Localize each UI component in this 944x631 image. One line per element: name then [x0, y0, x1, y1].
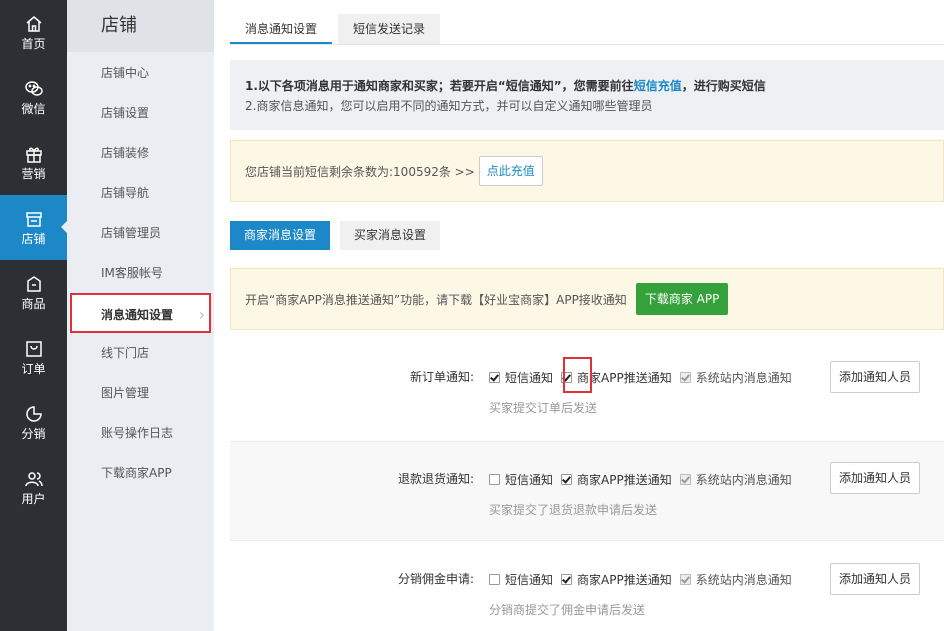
row-label: 退款退货通知:: [397, 472, 474, 486]
site-message-checkbox[interactable]: 系统站内消息通知: [679, 369, 792, 386]
option-label: 系统站内消息通知: [695, 472, 792, 487]
row-hint: 买家提交订单后发送: [489, 401, 598, 415]
store-submenu: 店铺 店铺中心 店铺设置 店铺装修 店铺导航 店铺管理员 IM客服帐号 消息通知…: [67, 0, 214, 631]
nav-label: 店铺: [21, 232, 46, 246]
nav-label: 商品: [21, 297, 46, 311]
sms-recharge-link[interactable]: 短信充值: [634, 79, 682, 93]
nav-item-wechat[interactable]: 微信: [0, 65, 67, 130]
bag-icon: [26, 276, 41, 292]
app-push-checkbox[interactable]: 商家APP推送通知: [561, 471, 672, 488]
gift-icon: [25, 147, 42, 163]
notification-row-commission: 分销佣金申请: 短信通知 商家APP推送通知 系统站内消息通知 分销商提交了佣金…: [230, 542, 944, 631]
nav-item-distribution[interactable]: 分销: [0, 390, 67, 455]
submenu-item-store-center[interactable]: 店铺中心: [67, 53, 214, 93]
submenu-item-message-settings[interactable]: 消息通知设置 ›: [70, 293, 211, 333]
sms-checkbox[interactable]: 短信通知: [489, 369, 553, 386]
option-label: 短信通知: [505, 572, 554, 587]
nav-item-home[interactable]: 首页: [0, 0, 67, 65]
submenu-item-im-accounts[interactable]: IM客服帐号: [67, 253, 214, 293]
submenu-item-offline-stores[interactable]: 线下门店: [67, 333, 214, 373]
app-notice-text: 开启“商家APP消息推送通知”功能，请下载【好业宝商家】APP接收通知: [245, 292, 627, 307]
option-label: 系统站内消息通知: [695, 572, 792, 587]
tab-message-settings[interactable]: 消息通知设置: [230, 14, 333, 44]
sms-checkbox[interactable]: 短信通知: [489, 471, 553, 488]
app-push-notice: 开启“商家APP消息推送通知”功能，请下载【好业宝商家】APP接收通知 下载商家…: [230, 268, 944, 330]
submenu-item-store-navigation[interactable]: 店铺导航: [67, 173, 214, 213]
checkbox-box[interactable]: [679, 473, 691, 485]
download-app-button[interactable]: 下载商家 APP: [635, 283, 729, 315]
checkbox-box[interactable]: [561, 573, 573, 585]
site-message-checkbox[interactable]: 系统站内消息通知: [679, 471, 792, 488]
checkbox-box[interactable]: [489, 473, 500, 485]
home-icon: [26, 16, 41, 32]
submenu-item-store-settings[interactable]: 店铺设置: [67, 93, 214, 133]
nav-item-users[interactable]: 用户: [0, 455, 67, 520]
main-content: 消息通知设置 短信发送记录 1.以下各项消息用于通知商家和买家；若要开启“短信通…: [214, 0, 944, 631]
row-hint: 分销商提交了佣金申请后发送: [489, 603, 646, 617]
wechat-icon: [24, 81, 43, 96]
info-notice: 1.以下各项消息用于通知商家和买家；若要开启“短信通知”，您需要前往短信充值，进…: [230, 60, 944, 130]
nav-item-orders[interactable]: 订单: [0, 325, 67, 390]
row-label: 新订单通知:: [409, 370, 474, 384]
submenu-item-download-app[interactable]: 下载商家APP: [67, 453, 214, 493]
row-label: 分销佣金申请:: [397, 572, 474, 586]
row-hint: 买家提交了退货退款申请后发送: [489, 503, 658, 517]
nav-item-goods[interactable]: 商品: [0, 260, 67, 325]
add-recipient-button[interactable]: 添加通知人员: [830, 563, 921, 595]
nav-label: 首页: [21, 37, 46, 51]
nav-label: 微信: [21, 102, 46, 116]
highlight-box: [563, 357, 592, 393]
notice-text: 1.以下各项消息用于通知商家和买家；若要开启“短信通知”，您需要前往: [245, 79, 634, 93]
submenu-item-operation-log[interactable]: 账号操作日志: [67, 413, 214, 453]
option-group: 短信通知 商家APP推送通知 系统站内消息通知: [489, 471, 800, 487]
nav-label: 用户: [21, 492, 46, 506]
chevron-right-icon: ›: [198, 305, 205, 324]
order-icon: [25, 341, 42, 357]
checkbox-box[interactable]: [679, 573, 691, 585]
checkbox-box[interactable]: [489, 371, 500, 383]
submenu-title: 店铺: [67, 0, 214, 52]
sub-tabs: 商家消息设置 买家消息设置: [230, 221, 450, 250]
checkbox-box[interactable]: [679, 371, 691, 383]
nav-item-store[interactable]: 店铺: [0, 195, 67, 260]
sms-checkbox[interactable]: 短信通知: [489, 571, 553, 588]
checkbox-box[interactable]: [489, 573, 500, 585]
store-icon: [25, 212, 42, 227]
notice-line-2: 2.商家信息通知，您可以启用不同的通知方式，并可以自定义通知哪些管理员: [245, 99, 653, 113]
sms-balance-text: 您店铺当前短信剩余条数为:100592条 >>: [245, 164, 475, 179]
checkbox-box[interactable]: [561, 473, 573, 485]
nav-label: 订单: [21, 362, 46, 376]
submenu-item-images[interactable]: 图片管理: [67, 373, 214, 413]
add-recipient-button[interactable]: 添加通知人员: [830, 361, 921, 393]
option-label: 短信通知: [505, 472, 554, 487]
sms-balance-bar: 您店铺当前短信剩余条数为:100592条 >> 点此充值: [230, 140, 944, 202]
option-label: 短信通知: [505, 370, 554, 385]
tab-merchant-messages[interactable]: 商家消息设置: [230, 221, 331, 250]
nav-item-marketing[interactable]: 营销: [0, 130, 67, 195]
tab-buyer-messages[interactable]: 买家消息设置: [340, 221, 441, 250]
option-label: 商家APP推送通知: [577, 572, 672, 587]
recharge-button[interactable]: 点此充值: [478, 156, 543, 186]
submenu-item-store-admins[interactable]: 店铺管理员: [67, 213, 214, 253]
submenu-item-store-decoration[interactable]: 店铺装修: [67, 133, 214, 173]
option-group: 短信通知 商家APP推送通知 系统站内消息通知: [489, 571, 800, 587]
tab-sms-records[interactable]: 短信发送记录: [338, 14, 441, 44]
add-recipient-button[interactable]: 添加通知人员: [830, 462, 921, 494]
users-icon: [24, 472, 43, 487]
nav-label: 分销: [21, 427, 46, 441]
notice-text: ，进行购买短信: [681, 79, 766, 93]
site-message-checkbox[interactable]: 系统站内消息通知: [679, 571, 792, 588]
app-push-checkbox[interactable]: 商家APP推送通知: [561, 571, 672, 588]
chart-icon: [25, 406, 42, 422]
tabs-divider: [230, 44, 944, 45]
option-label: 系统站内消息通知: [695, 370, 792, 385]
option-group: 短信通知 商家APP推送通知 系统站内消息通知: [489, 369, 800, 385]
submenu-item-label: 消息通知设置: [101, 308, 174, 322]
notice-line-1: 1.以下各项消息用于通知商家和买家；若要开启“短信通知”，您需要前往短信充值，进…: [245, 76, 929, 96]
notification-row-refund: 退款退货通知: 短信通知 商家APP推送通知 系统站内消息通知 买家提交了退货退…: [230, 441, 944, 541]
top-tabs: 消息通知设置 短信发送记录: [230, 14, 446, 44]
nav-label: 营销: [21, 167, 46, 181]
option-label: 商家APP推送通知: [577, 472, 672, 487]
main-nav: 首页 微信 营销 店铺 商品 订单 分销 用户: [0, 0, 67, 631]
